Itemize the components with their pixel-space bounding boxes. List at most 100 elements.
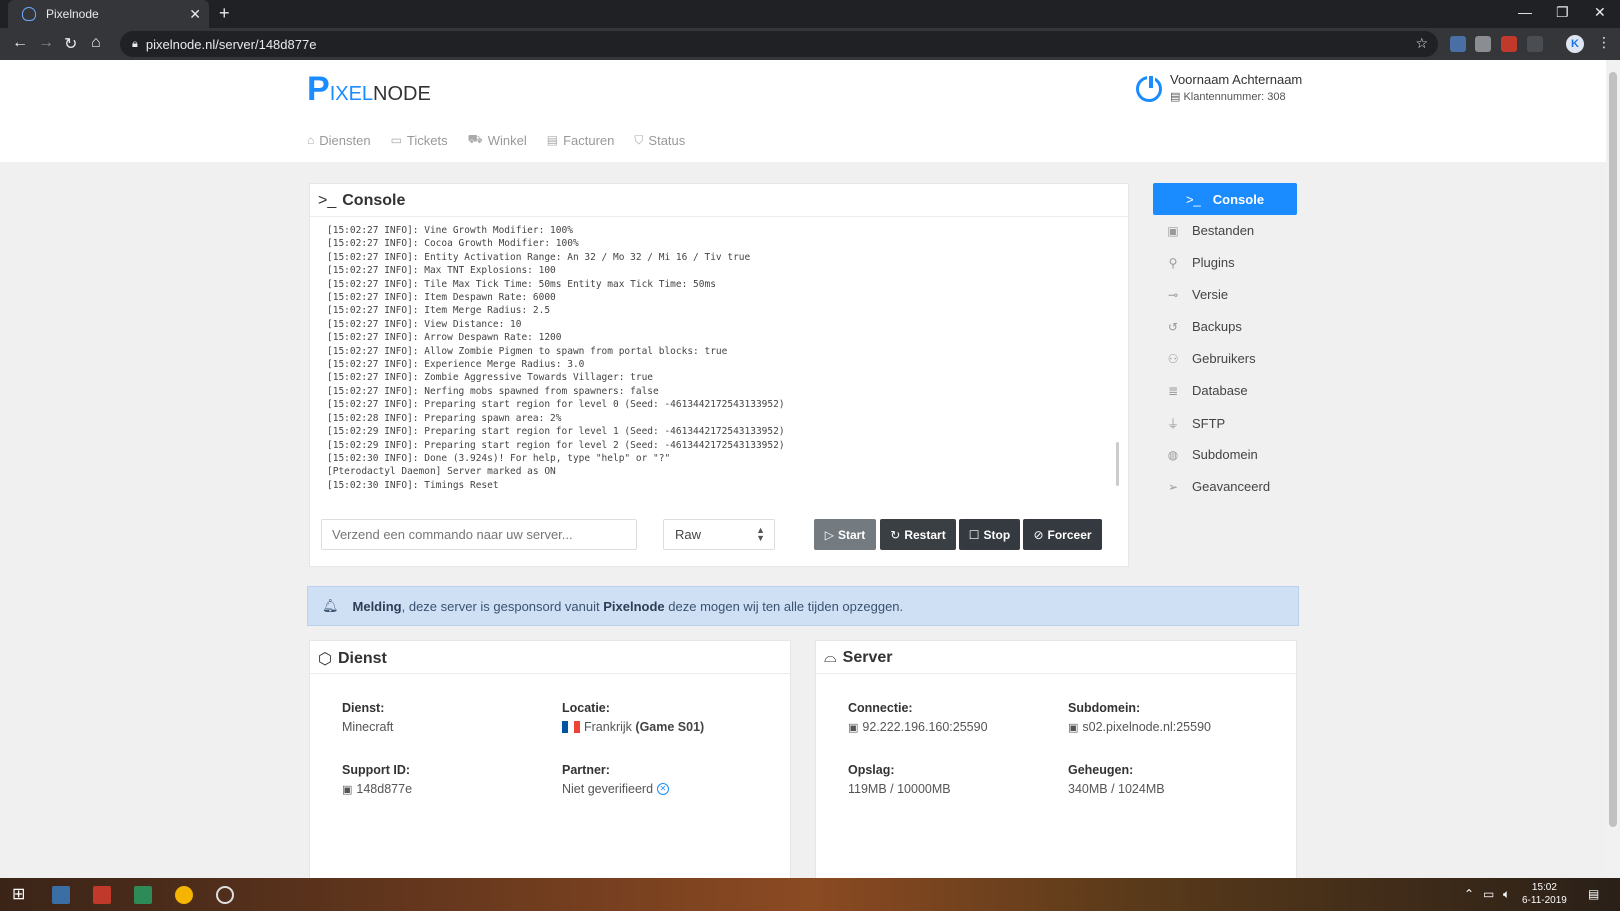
subdomein-field: Subdomein: ▣ s02.pixelnode.nl:25590 <box>1068 701 1211 734</box>
console-output[interactable]: [15:02:27 INFO]: Vine Growth Modifier: 1… <box>327 224 1087 492</box>
stop-button[interactable]: ☐ Stop <box>959 519 1020 550</box>
windows-start-icon[interactable]: ⊞ <box>12 884 30 903</box>
url-text: pixelnode.nl/server/148d877e <box>145 36 317 52</box>
tab-title: Pixelnode <box>46 7 99 21</box>
force-stop-button[interactable]: ⊘ Forceer <box>1023 519 1102 550</box>
home-icon: ⌂ <box>307 133 315 147</box>
console-line: [15:02:30 INFO]: Timings Reset <box>327 479 499 491</box>
user-menu[interactable]: Voornaam Achternaam ▤ Klantennummer: 308 <box>1136 72 1302 103</box>
bell-icon: 🔔︎ <box>322 598 339 613</box>
lock-icon: 🔒︎ <box>132 37 138 50</box>
start-button[interactable]: ▷ Start <box>814 519 876 550</box>
window-close-icon[interactable]: ✕ <box>1594 4 1606 21</box>
power-icon <box>1136 74 1162 102</box>
command-input[interactable] <box>321 519 637 550</box>
taskbar-app-icon[interactable] <box>52 886 70 904</box>
notifications-icon[interactable]: ▤ <box>1588 887 1599 901</box>
network-icon[interactable]: ▭ <box>1483 887 1494 901</box>
profile-avatar[interactable]: K <box>1566 35 1584 53</box>
nav-item-status[interactable]: ⛉ Status <box>634 132 685 148</box>
plug-icon: ⚲ <box>1168 255 1178 270</box>
sponsor-notice: 🔔︎ Melding, deze server is gesponsord va… <box>307 586 1299 626</box>
console-line: [Pterodactyl Daemon] Server marked as ON <box>327 466 556 478</box>
globe-icon: ◍ <box>1167 447 1179 462</box>
connectie-label: Connectie: <box>848 701 913 715</box>
console-scrollbar[interactable] <box>1116 442 1119 486</box>
nav-item-diensten[interactable]: ⌂ Diensten <box>307 132 371 148</box>
new-tab-icon[interactable]: + <box>219 3 230 24</box>
extension-icon[interactable] <box>1527 36 1543 52</box>
bookmark-star-icon[interactable]: ☆ <box>1415 35 1428 52</box>
clock-time: 15:02 <box>1531 882 1557 893</box>
dienst-label: Dienst: <box>342 701 385 715</box>
forward-icon[interactable]: → <box>38 34 54 52</box>
select-caret-icon: ▲ ▼ <box>756 525 765 543</box>
close-tab-icon[interactable]: ✕ <box>189 6 201 23</box>
taskbar-app-icon[interactable] <box>134 886 152 904</box>
sidebar-item-geavanceerd[interactable]: ➢ Geavanceerd <box>1166 479 1270 494</box>
sidebar-item-bestanden[interactable]: ▣ Bestanden <box>1166 223 1254 238</box>
console-line: [15:02:27 INFO]: Entity Activation Range… <box>327 251 751 263</box>
page: P IXEL NODE Voornaam Achternaam ▤ Klante… <box>0 60 1606 878</box>
dienst-title: ⬡ Dienst <box>318 650 387 668</box>
taskbar-app-icon[interactable] <box>216 886 234 904</box>
partner-value: Niet geverifieerd ✕ <box>562 782 670 796</box>
nav-item-winkel[interactable]: ⛟ Winkel <box>468 132 527 148</box>
console-line: [15:02:29 INFO]: Preparing start region … <box>327 426 785 438</box>
divider <box>310 673 790 674</box>
console-line: [15:02:27 INFO]: Vine Growth Modifier: 1… <box>327 225 573 236</box>
dienst-value: Minecraft <box>342 720 394 734</box>
sidebar-item-database[interactable]: ≣ Database <box>1166 383 1248 398</box>
sidebar-item-subdomein[interactable]: ◍ Subdomein <box>1166 447 1258 462</box>
geheugen-label: Geheugen: <box>1068 763 1134 777</box>
back-icon[interactable]: ← <box>12 34 28 52</box>
nav-item-facturen[interactable]: ▤ Facturen <box>547 132 615 148</box>
sidebar-item-gebruikers[interactable]: ⚇ Gebruikers <box>1166 351 1256 366</box>
adblock-icon[interactable] <box>1501 36 1517 52</box>
sidebar-item-versie[interactable]: ⊸ Versie <box>1166 287 1228 302</box>
taskbar-app-icon[interactable] <box>93 886 111 904</box>
copy-icon[interactable]: ▣ <box>848 721 858 734</box>
nav-item-tickets[interactable]: ▭ Tickets <box>391 132 448 148</box>
support-id-field: Support ID: ▣ 148d877e <box>342 763 412 796</box>
connectie-value: ▣ 92.222.196.160:25590 <box>848 720 988 734</box>
console-line: [15:02:28 INFO]: Preparing spawn area: 2… <box>327 412 562 424</box>
browser-tabbar: Pixelnode ✕ + — ❐ ✕ <box>0 0 1620 28</box>
restart-button[interactable]: ↻ Restart <box>880 519 956 550</box>
taskbar-clock[interactable]: 15:02 6-11-2019 <box>1522 881 1567 907</box>
sidebar-item-console[interactable]: >_ Console <box>1153 183 1297 215</box>
browser-tab[interactable]: Pixelnode ✕ <box>8 0 209 28</box>
console-line: [15:02:30 INFO]: Done (3.924s)! For help… <box>327 452 671 464</box>
hdd-icon: ⌓ <box>824 649 837 666</box>
sidebar-item-sftp[interactable]: ⏚ SFTP <box>1166 415 1225 432</box>
page-scrollbar[interactable] <box>1606 60 1620 878</box>
support-label: Support ID: <box>342 763 411 777</box>
volume-icon[interactable]: 🔈︎ <box>1503 887 1510 902</box>
minimize-icon[interactable]: — <box>1518 4 1532 20</box>
locatie-field: Locatie: Frankrijk (Game S01) <box>562 701 704 734</box>
invoice-icon: ▤ <box>546 133 559 147</box>
menu-icon[interactable]: ⋮ <box>1597 34 1611 51</box>
output-mode-select[interactable]: Raw ▲ ▼ <box>663 519 775 550</box>
subdomein-value: ▣ s02.pixelnode.nl:25590 <box>1068 720 1211 734</box>
logo[interactable]: P IXEL NODE <box>307 72 431 106</box>
reload-icon[interactable]: ↻ <box>64 34 77 54</box>
sidebar-item-plugins[interactable]: ⚲ Plugins <box>1166 255 1235 270</box>
clock-date: 6-11-2019 <box>1522 895 1567 906</box>
home-icon[interactable]: ⌂ <box>91 34 101 52</box>
extension-icon[interactable] <box>1450 36 1466 52</box>
restore-icon[interactable]: ❐ <box>1556 4 1569 21</box>
scrollbar-thumb[interactable] <box>1609 72 1617 827</box>
tray-chevron-icon[interactable]: ⌃ <box>1464 887 1474 901</box>
locatie-value: Frankrijk (Game S01) <box>562 720 704 734</box>
console-line: [15:02:27 INFO]: Tile Max Tick Time: 50m… <box>327 278 716 290</box>
copy-icon[interactable]: ▣ <box>342 783 352 796</box>
chrome-icon[interactable] <box>175 886 193 904</box>
cube-icon: ⬡ <box>318 651 332 668</box>
copy-icon[interactable]: ▣ <box>1068 721 1078 734</box>
sidebar-item-backups[interactable]: ↺ Backups <box>1166 319 1242 334</box>
console-line: [15:02:27 INFO]: Item Despawn Rate: 6000 <box>327 292 556 304</box>
extension-icon[interactable] <box>1475 36 1491 52</box>
address-bar[interactable]: 🔒︎ pixelnode.nl/server/148d877e ☆ <box>120 31 1438 57</box>
france-flag-icon <box>562 721 580 733</box>
